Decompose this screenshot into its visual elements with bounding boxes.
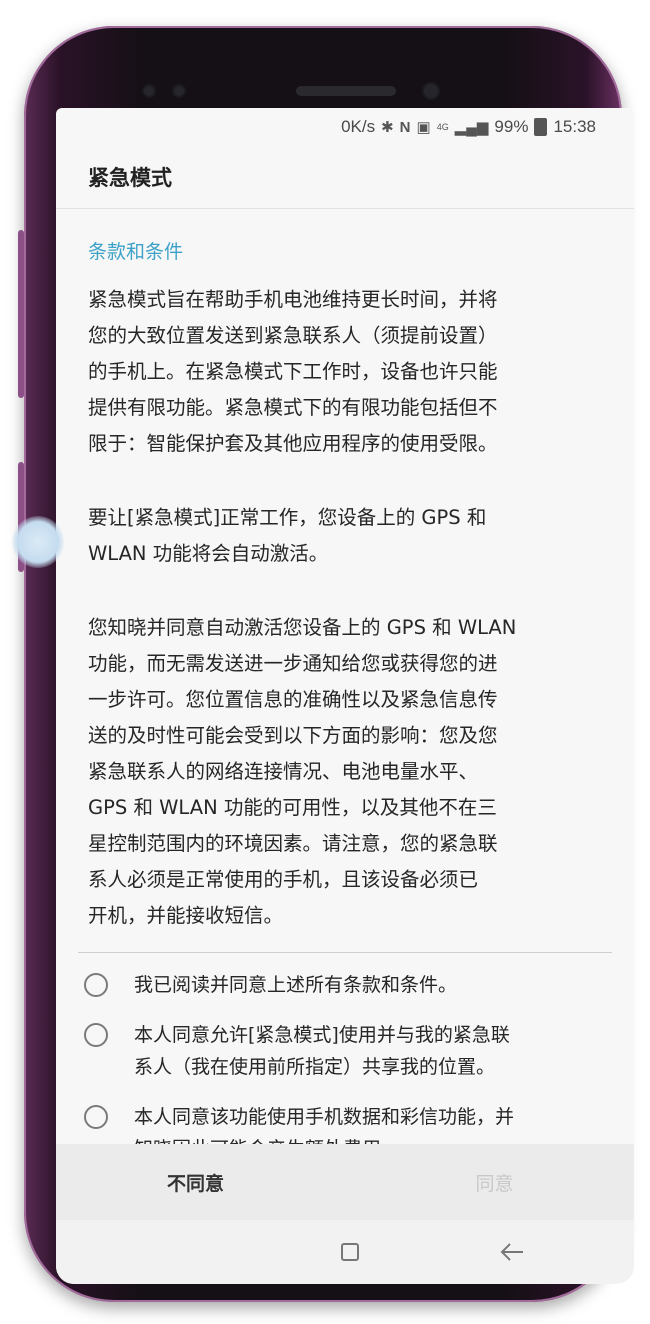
terms-paragraph-2: 要让[紧急模式]正常工作，您设备上的 GPS 和 WLAN 功能将会自动激活。 (88, 506, 487, 565)
consent-item-terms[interactable]: 我已阅读并同意上述所有条款和条件。 (84, 969, 614, 1001)
navigation-bar (56, 1220, 634, 1284)
clock: 15:38 (553, 117, 596, 136)
proximity-sensor (144, 86, 154, 96)
action-bar: 不同意 同意 (56, 1144, 634, 1220)
consent-label: 本人同意允许[紧急模式]使用并与我的紧急联 系人（我在使用前所指定）共享我的位置… (134, 1024, 510, 1078)
radio-button[interactable] (84, 973, 108, 997)
agree-button[interactable]: 同意 (355, 1169, 634, 1196)
disagree-button[interactable]: 不同意 (56, 1169, 355, 1196)
battery-icon (534, 118, 548, 136)
radio-button[interactable] (84, 1105, 108, 1129)
terms-paragraph-3: 您知晓并同意自动激活您设备上的 GPS 和 WLAN 功能，而无需发送进一步通知… (88, 616, 517, 927)
back-icon[interactable] (482, 1222, 542, 1282)
side-button-left-top (18, 230, 24, 398)
divider (78, 952, 612, 953)
section-title: 条款和条件 (88, 241, 184, 263)
terms-paragraph-1: 紧急模式旨在帮助手机电池维持更长时间，并将 您的大致位置发送到紧急联系人（须提前… (88, 288, 498, 455)
earpiece-speaker (296, 86, 396, 96)
iris-sensor (174, 86, 184, 96)
signal-type-label: 4G (436, 122, 449, 132)
consent-checklist: 我已阅读并同意上述所有条款和条件。 本人同意允许[紧急模式]使用并与我的紧急联 … (56, 969, 634, 1165)
nfc-icon: N (399, 118, 411, 136)
screen: 0K/s ✱ N ▣ 4G ▂▄▆ 99% 15:38 紧急模式 条款和条件 紧… (56, 108, 634, 1284)
front-camera (424, 84, 438, 98)
vibrate-icon: ▣ (416, 119, 431, 136)
network-speed: 0K/s (341, 117, 376, 136)
assistive-touch-dot[interactable] (12, 516, 64, 568)
consent-label: 我已阅读并同意上述所有条款和条件。 (134, 974, 458, 996)
bluetooth-icon: ✱ (381, 119, 394, 136)
consent-item-location[interactable]: 本人同意允许[紧急模式]使用并与我的紧急联 系人（我在使用前所指定）共享我的位置… (84, 1019, 614, 1083)
phone-frame: 0K/s ✱ N ▣ 4G ▂▄▆ 99% 15:38 紧急模式 条款和条件 紧… (18, 26, 634, 1302)
battery-percentage: 99% (494, 117, 529, 136)
radio-button[interactable] (84, 1023, 108, 1047)
status-bar: 0K/s ✱ N ▣ 4G ▂▄▆ 99% 15:38 (56, 108, 634, 146)
recents-icon[interactable] (320, 1222, 380, 1282)
app-bar-title: 紧急模式 (56, 146, 634, 209)
signal-icon: ▂▄▆ (454, 119, 489, 136)
